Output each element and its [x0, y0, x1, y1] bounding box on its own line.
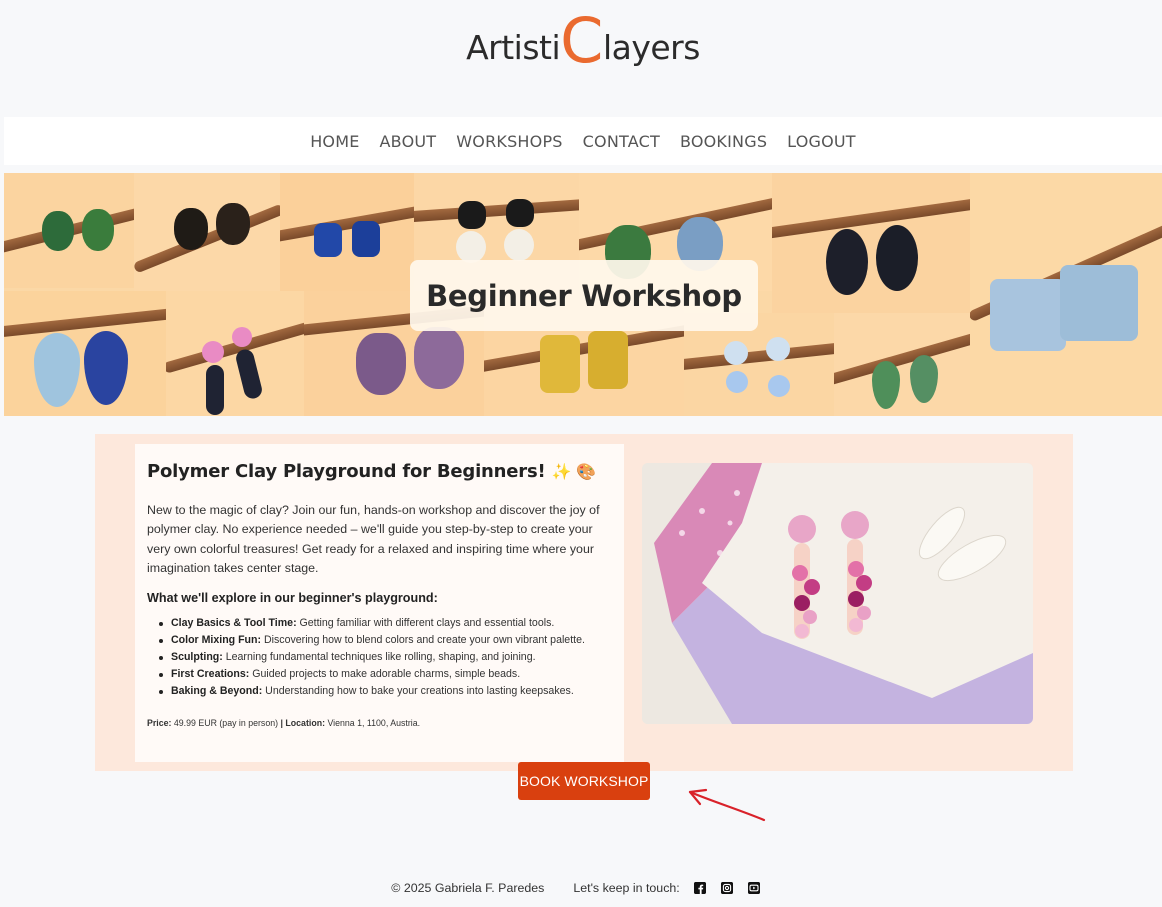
hero-tile	[772, 173, 970, 313]
sparkles-palette-emoji: ✨ 🎨	[551, 462, 597, 481]
hero-tile	[166, 291, 304, 416]
topics-list: Clay Basics & Tool Time: Getting familia…	[147, 615, 612, 700]
list-item: Sculpting: Learning fundamental techniqu…	[159, 649, 612, 666]
hero-banner: Beginner Workshop	[4, 173, 1162, 416]
workshop-photo	[642, 463, 1033, 724]
hero-tile	[4, 291, 166, 416]
hero-tile	[280, 173, 414, 291]
list-item: First Creations: Guided projects to make…	[159, 666, 612, 683]
topic-text: Getting familiar with different clays an…	[296, 616, 555, 629]
logo-suffix: layers	[602, 28, 700, 67]
topic-label: Clay Basics & Tool Time:	[171, 616, 297, 629]
topic-text: Learning fundamental techniques like rol…	[222, 650, 536, 663]
location-value: Vienna 1, 1100, Austria.	[325, 717, 421, 728]
topic-text: Understanding how to bake your creations…	[262, 684, 574, 697]
site-footer: © 2025 Gabriela F. Paredes Let's keep in…	[4, 881, 1162, 895]
hero-tile	[834, 313, 970, 416]
list-item: Color Mixing Fun: Discovering how to ble…	[159, 632, 612, 649]
workshop-intro: New to the magic of clay? Join our fun, …	[147, 503, 600, 576]
list-item: Baking & Beyond: Understanding how to ba…	[159, 683, 612, 700]
logo-prefix: Artisti	[466, 28, 561, 67]
workshop-heading-text: Polymer Clay Playground for Beginners!	[147, 461, 546, 482]
facebook-icon[interactable]	[693, 882, 706, 894]
hero-tile	[134, 173, 280, 291]
price-location: Price: 49.99 EUR (pay in person) | Locat…	[147, 718, 612, 728]
youtube-icon[interactable]	[747, 882, 760, 894]
nav-about[interactable]: ABOUT	[380, 132, 437, 151]
workshop-description-card: Polymer Clay Playground for Beginners! ✨…	[135, 444, 624, 762]
topic-text: Discovering how to blend colors and crea…	[261, 633, 585, 646]
topic-label: First Creations:	[171, 667, 250, 680]
workshop-heading: Polymer Clay Playground for Beginners! ✨…	[147, 461, 612, 482]
location-label: Location:	[282, 717, 325, 728]
explore-heading: What we'll explore in our beginner's pla…	[147, 590, 438, 605]
topic-text: Guided projects to make adorable charms,…	[249, 667, 521, 680]
nav-bookings[interactable]: BOOKINGS	[680, 132, 767, 151]
hero-title-box: Beginner Workshop	[410, 260, 758, 331]
book-workshop-button[interactable]: BOOK WORKSHOP	[518, 762, 650, 800]
footer-copyright: © 2025 Gabriela F. Paredes	[391, 881, 545, 895]
hero-tile	[4, 173, 134, 288]
site-logo[interactable]: ArtistiClayers	[4, 10, 1162, 72]
hero-title: Beginner Workshop	[426, 278, 742, 313]
topic-label: Baking & Beyond:	[171, 684, 263, 697]
earrings-photo-illustration	[642, 463, 1033, 724]
nav-contact[interactable]: CONTACT	[583, 132, 660, 151]
logo-accent-letter: C	[560, 4, 603, 77]
price-label: Price:	[147, 717, 172, 728]
footer-touch-label: Let's keep in touch:	[573, 881, 680, 895]
hero-tile	[970, 173, 1162, 416]
topic-label: Color Mixing Fun:	[171, 633, 262, 646]
list-item: Clay Basics & Tool Time: Getting familia…	[159, 615, 612, 632]
topic-label: Sculpting:	[171, 650, 223, 663]
price-value: 49.99 EUR (pay in person)	[171, 717, 281, 728]
nav-workshops[interactable]: WORKSHOPS	[456, 132, 562, 151]
nav-logout[interactable]: LOGOUT	[787, 132, 856, 151]
annotation-arrow-icon	[688, 788, 766, 822]
main-nav: HOME ABOUT WORKSHOPS CONTACT BOOKINGS LO…	[4, 117, 1162, 165]
page-frame: ArtistiClayers HOME ABOUT WORKSHOPS CONT…	[4, 2, 1162, 907]
nav-home[interactable]: HOME	[310, 132, 359, 151]
instagram-icon[interactable]	[720, 882, 733, 894]
workshop-panel: Polymer Clay Playground for Beginners! ✨…	[95, 434, 1073, 771]
